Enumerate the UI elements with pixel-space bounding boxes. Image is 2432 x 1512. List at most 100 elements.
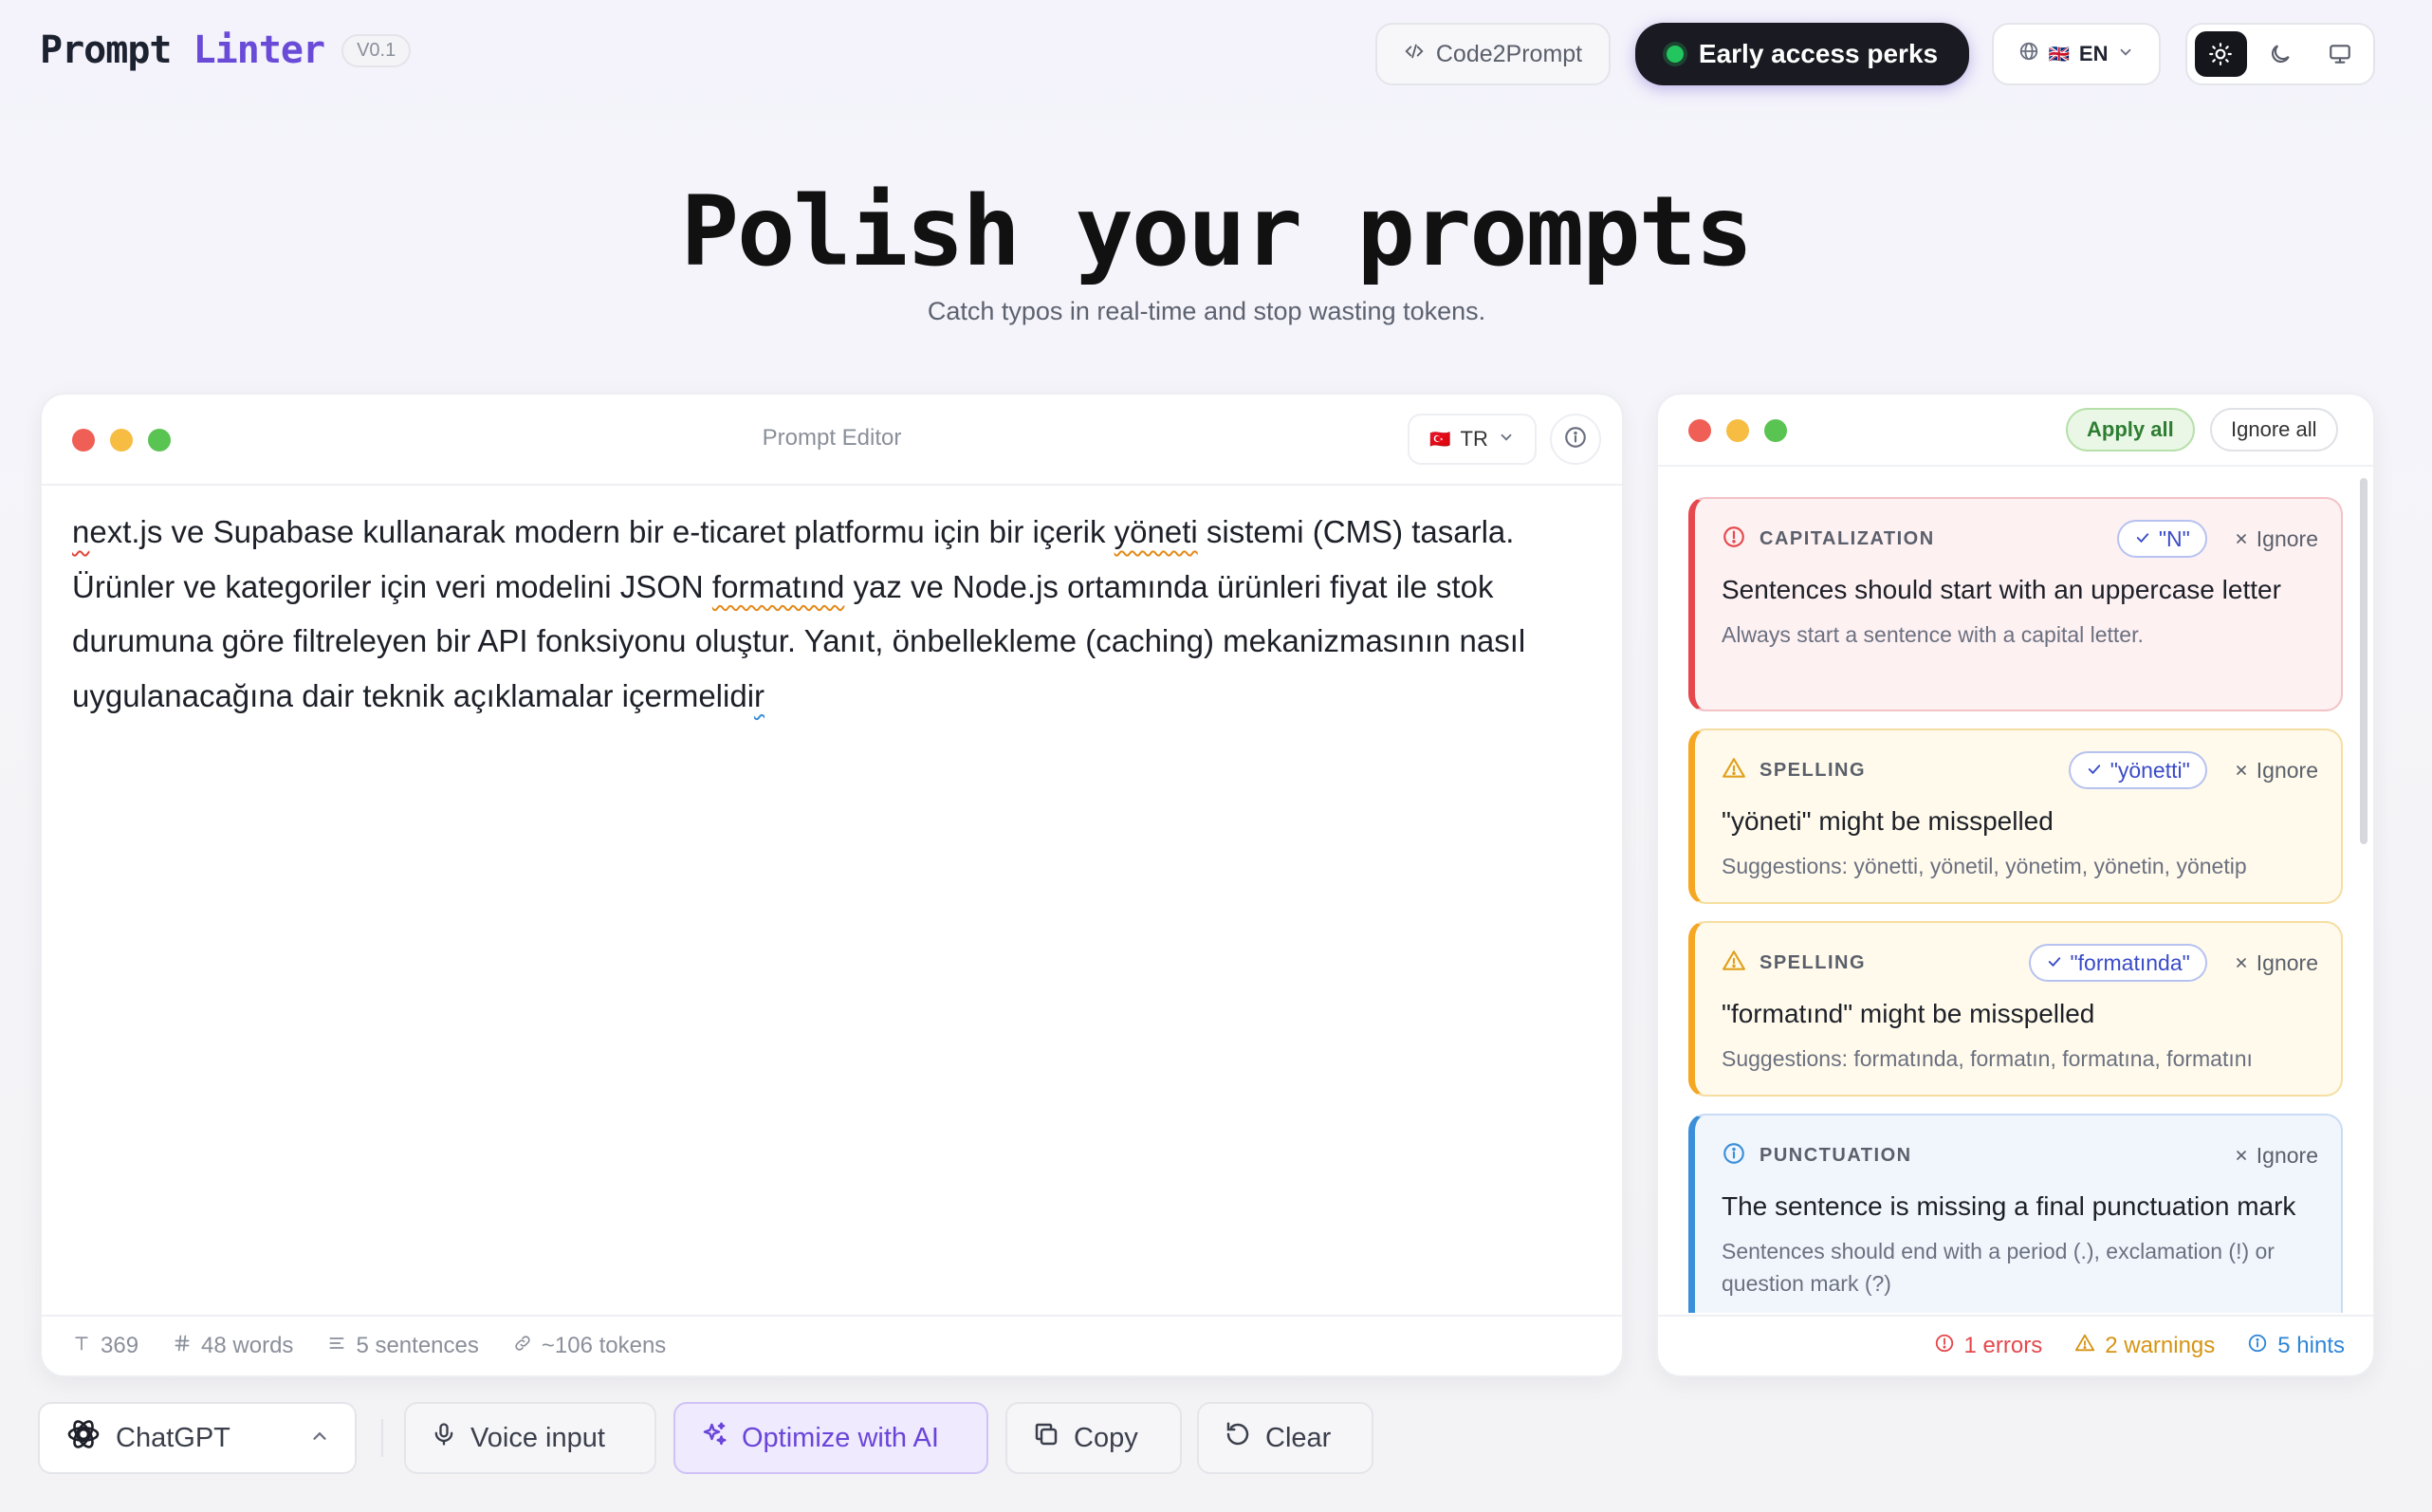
moon-icon: [2271, 45, 2290, 64]
dark-theme-button[interactable]: [2255, 31, 2307, 77]
hero-title: Polish your prompts: [680, 175, 1754, 288]
optimize-label: Optimize with AI: [742, 1422, 939, 1453]
openai-icon: [64, 1415, 102, 1461]
ignore-button[interactable]: Ignore: [2234, 950, 2318, 976]
close-icon: [2234, 1143, 2249, 1169]
code2prompt-button[interactable]: Code2Prompt: [1375, 23, 1611, 85]
info-icon: [1722, 1141, 1746, 1171]
ignore-all-button[interactable]: Ignore all: [2210, 408, 2338, 452]
apply-fix-button[interactable]: "formatında": [2028, 944, 2207, 982]
error-icon: [1934, 1333, 1955, 1360]
language-selector[interactable]: 🇬🇧 EN: [1992, 23, 2161, 85]
editor-language-label: TR: [1460, 427, 1488, 451]
microphone-icon: [431, 1421, 457, 1455]
code-icon: [1404, 41, 1425, 68]
language-label: EN: [2078, 42, 2109, 65]
word-count: 48 words: [173, 1333, 293, 1359]
sentence-count: 5 sentences: [327, 1333, 479, 1359]
info-icon: [1563, 425, 1588, 454]
editor-stats-bar: 369 48 words 5 sentences ~106 tokens: [42, 1315, 1622, 1375]
perks-label: Early access perks: [1698, 39, 1939, 68]
issues-summary-bar: 1 errors 2 warnings 5 hints: [1658, 1315, 2373, 1375]
warnings-count-label: 2 warnings: [2105, 1333, 2216, 1358]
issues-scrollbar[interactable]: [2360, 467, 2368, 1226]
warning-icon: [2074, 1333, 2095, 1360]
issue-card-header: PUNCTUATION Ignore: [1722, 1136, 2318, 1174]
char-count: 369: [72, 1333, 138, 1359]
warning-highlight[interactable]: formatınd: [712, 569, 844, 604]
logo-part-prompt: Prompt: [40, 28, 172, 72]
close-dot-icon: [1688, 419, 1711, 442]
error-highlight[interactable]: n: [72, 514, 89, 549]
logo[interactable]: Prompt Linter V0.1: [40, 28, 412, 72]
issues-panel: Apply all Ignore all CAPITALIZATION "N" …: [1656, 393, 2375, 1377]
clear-button[interactable]: Clear: [1197, 1402, 1373, 1474]
apply-all-button[interactable]: Apply all: [2066, 408, 2195, 452]
ignore-button[interactable]: Ignore: [2234, 526, 2318, 552]
info-button[interactable]: [1550, 414, 1601, 465]
issue-description: Suggestions: yönetti, yönetil, yönetim, …: [1722, 854, 2247, 878]
check-icon: [2134, 526, 2151, 552]
prompt-textarea[interactable]: next.js ve Supabase kullanarak modern bi…: [72, 505, 1599, 723]
system-theme-button[interactable]: [2313, 31, 2366, 77]
apply-fix-button[interactable]: "yönetti": [2068, 751, 2207, 789]
warnings-count[interactable]: 2 warnings: [2074, 1333, 2215, 1360]
version-badge: V0.1: [341, 33, 412, 67]
hint-highlight[interactable]: r: [754, 678, 765, 713]
issue-card: CAPITALIZATION "N" Ignore Sentences shou…: [1688, 497, 2343, 711]
monitor-icon: [2329, 45, 2350, 64]
flag-icon: 🇬🇧: [2048, 44, 2070, 64]
close-icon: [2234, 950, 2249, 976]
editor-language-selector[interactable]: 🇹🇷 TR: [1408, 414, 1537, 465]
issue-description: Sentences should end with a period (.), …: [1722, 1239, 2275, 1296]
issue-title: "yöneti" might be misspelled: [1722, 806, 2054, 836]
errors-count[interactable]: 1 errors: [1934, 1333, 2042, 1360]
issue-card-header: CAPITALIZATION "N" Ignore: [1722, 520, 2318, 558]
clear-label: Clear: [1265, 1422, 1332, 1453]
ignore-label: Ignore: [2256, 757, 2318, 783]
flag-icon: 🇹🇷: [1429, 429, 1451, 449]
hints-count-label: 5 hints: [2277, 1333, 2345, 1358]
copy-button[interactable]: Copy: [1005, 1402, 1182, 1474]
ignore-label: Ignore: [2256, 526, 2318, 551]
optimize-with-ai-button[interactable]: Optimize with AI: [673, 1402, 988, 1474]
scrollbar-thumb[interactable]: [2360, 478, 2368, 844]
check-icon: [2046, 950, 2063, 976]
prompt-editor-panel: Prompt Editor 🇹🇷 TR next.js ve Supabase …: [40, 393, 1624, 1377]
text-segment: ext.js ve Supabase kullanarak modern bir…: [89, 514, 1115, 549]
issue-category: SPELLING: [1760, 951, 1867, 973]
ignore-button[interactable]: Ignore: [2234, 1143, 2318, 1169]
chevron-down-icon: [2117, 42, 2134, 66]
check-icon: [2086, 758, 2103, 784]
hints-count[interactable]: 5 hints: [2247, 1333, 2345, 1360]
minimize-dot-icon: [1726, 419, 1749, 442]
word-count-value: 48 words: [201, 1333, 294, 1358]
apply-fix-button[interactable]: "N": [2116, 520, 2207, 558]
info-icon: [2247, 1333, 2268, 1360]
sparkles-icon: [700, 1420, 728, 1456]
chevron-down-icon: [1498, 427, 1515, 452]
issue-card-header: SPELLING "formatında" Ignore: [1722, 944, 2318, 982]
theme-switcher: [2185, 23, 2375, 85]
warning-icon: [1722, 756, 1746, 785]
issue-category: CAPITALIZATION: [1760, 527, 1935, 549]
early-access-perks-button[interactable]: Early access perks: [1635, 23, 1969, 85]
model-selector[interactable]: ChatGPT: [38, 1402, 357, 1474]
char-count-value: 369: [101, 1333, 139, 1358]
token-count-value: ~106 tokens: [541, 1333, 667, 1358]
copy-icon: [1032, 1420, 1060, 1456]
issue-category: PUNCTUATION: [1760, 1144, 1912, 1166]
issue-description: Suggestions: formatında, formatın, forma…: [1722, 1046, 2253, 1071]
issue-title: Sentences should start with an uppercase…: [1722, 575, 2281, 604]
issues-titlebar: Apply all Ignore all: [1658, 395, 2373, 467]
editor-title: Prompt Editor: [762, 425, 902, 451]
hero-subtitle: Catch typos in real-time and stop wastin…: [927, 297, 1486, 325]
light-theme-button[interactable]: [2195, 31, 2247, 77]
fix-label: "N": [2158, 526, 2190, 551]
warning-highlight[interactable]: yöneti: [1115, 514, 1198, 549]
toolbar-divider: [381, 1419, 383, 1457]
close-icon: [2234, 758, 2249, 784]
ignore-button[interactable]: Ignore: [2234, 758, 2318, 784]
issue-card-header: SPELLING "yönetti" Ignore: [1722, 751, 2318, 789]
voice-input-button[interactable]: Voice input: [404, 1402, 656, 1474]
